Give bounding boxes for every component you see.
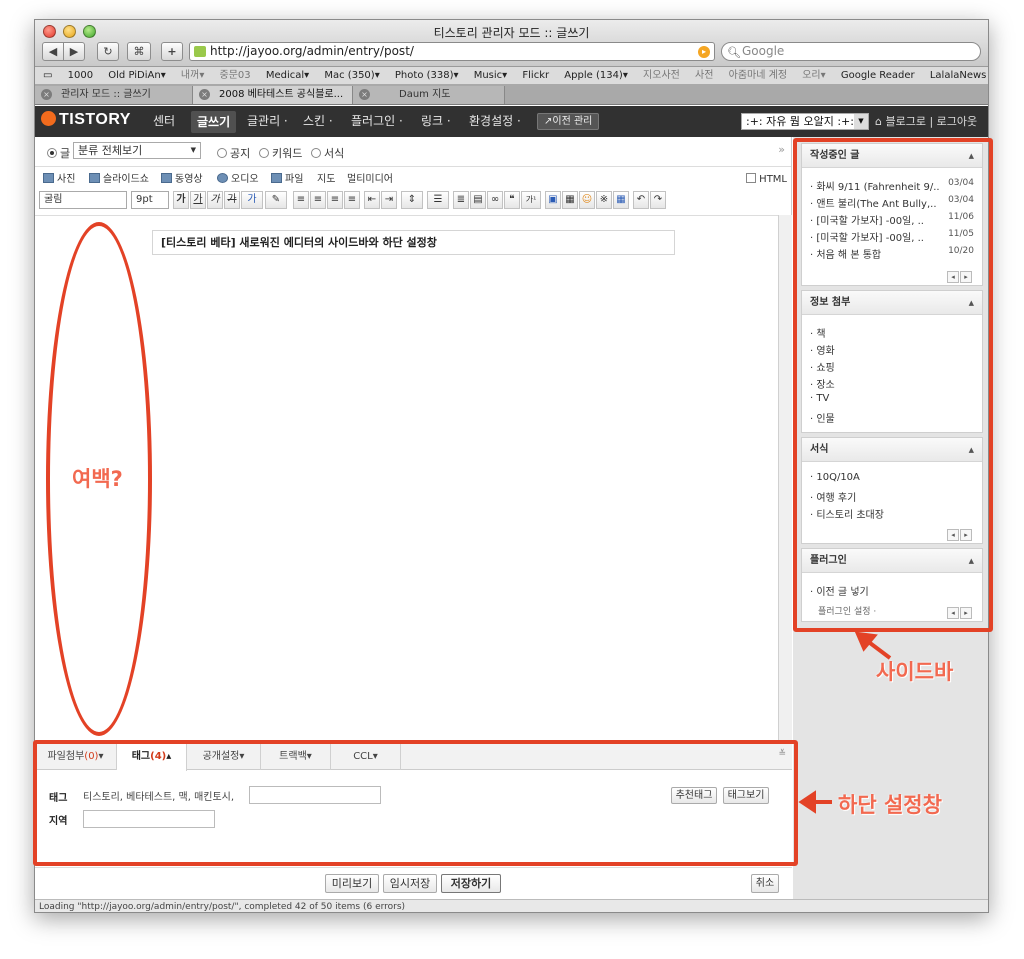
arrow-to-sidebar-icon [854, 631, 892, 660]
arrow-to-bottom-icon [798, 790, 832, 814]
annotation-arrows [798, 631, 892, 814]
